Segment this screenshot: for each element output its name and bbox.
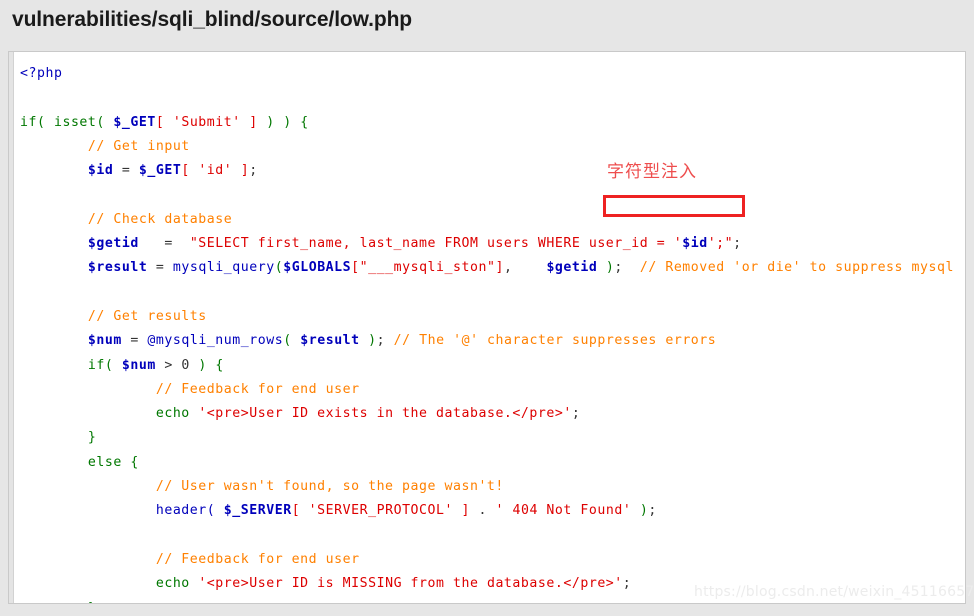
code-line: $result = mysqli_query($GLOBALS["___mysq… <box>87 260 954 276</box>
code-gutter <box>9 52 14 603</box>
code-line: $getid = "SELECT first_name, last_name F… <box>87 236 742 252</box>
code-line: header( $_SERVER[ 'SERVER_PROTOCOL' ] . … <box>155 503 657 519</box>
php-source-code: <?php if( isset( $_GET[ 'Submit' ] ) ) {… <box>20 62 954 603</box>
code-line: if( isset( $_GET[ 'Submit' ] ) ) { <box>20 114 309 130</box>
code-line: $num = @mysqli_num_rows( $result ); // T… <box>87 333 717 349</box>
code-line: } <box>87 430 97 446</box>
code-line: // Get results <box>87 308 207 324</box>
code-line: $id = $_GET[ 'id' ]; <box>87 163 258 179</box>
code-line: // Feedback for end user <box>155 381 360 397</box>
code-line: // User wasn't found, so the page wasn't… <box>155 479 504 495</box>
code-scroll-area[interactable]: <?php if( isset( $_GET[ 'Submit' ] ) ) {… <box>15 52 965 603</box>
header-bar: vulnerabilities/sqli_blind/source/low.ph… <box>0 0 974 46</box>
page-title: vulnerabilities/sqli_blind/source/low.ph… <box>12 8 413 31</box>
code-line: else { <box>87 454 139 470</box>
code-line: // Check database <box>87 211 233 227</box>
code-line: if( $num > 0 ) { <box>87 357 224 373</box>
code-line: // Get input <box>87 138 190 154</box>
code-line: echo '<pre>User ID exists in the databas… <box>155 406 581 422</box>
source-code-panel: <?php if( isset( $_GET[ 'Submit' ] ) ) {… <box>8 51 966 604</box>
code-line: <?php <box>20 66 63 81</box>
watermark: https://blog.csdn.net/weixin_45116657 <box>694 584 974 600</box>
code-line: // Feedback for end user <box>155 551 360 567</box>
annotation-label-char-injection: 字符型注入 <box>607 162 697 182</box>
